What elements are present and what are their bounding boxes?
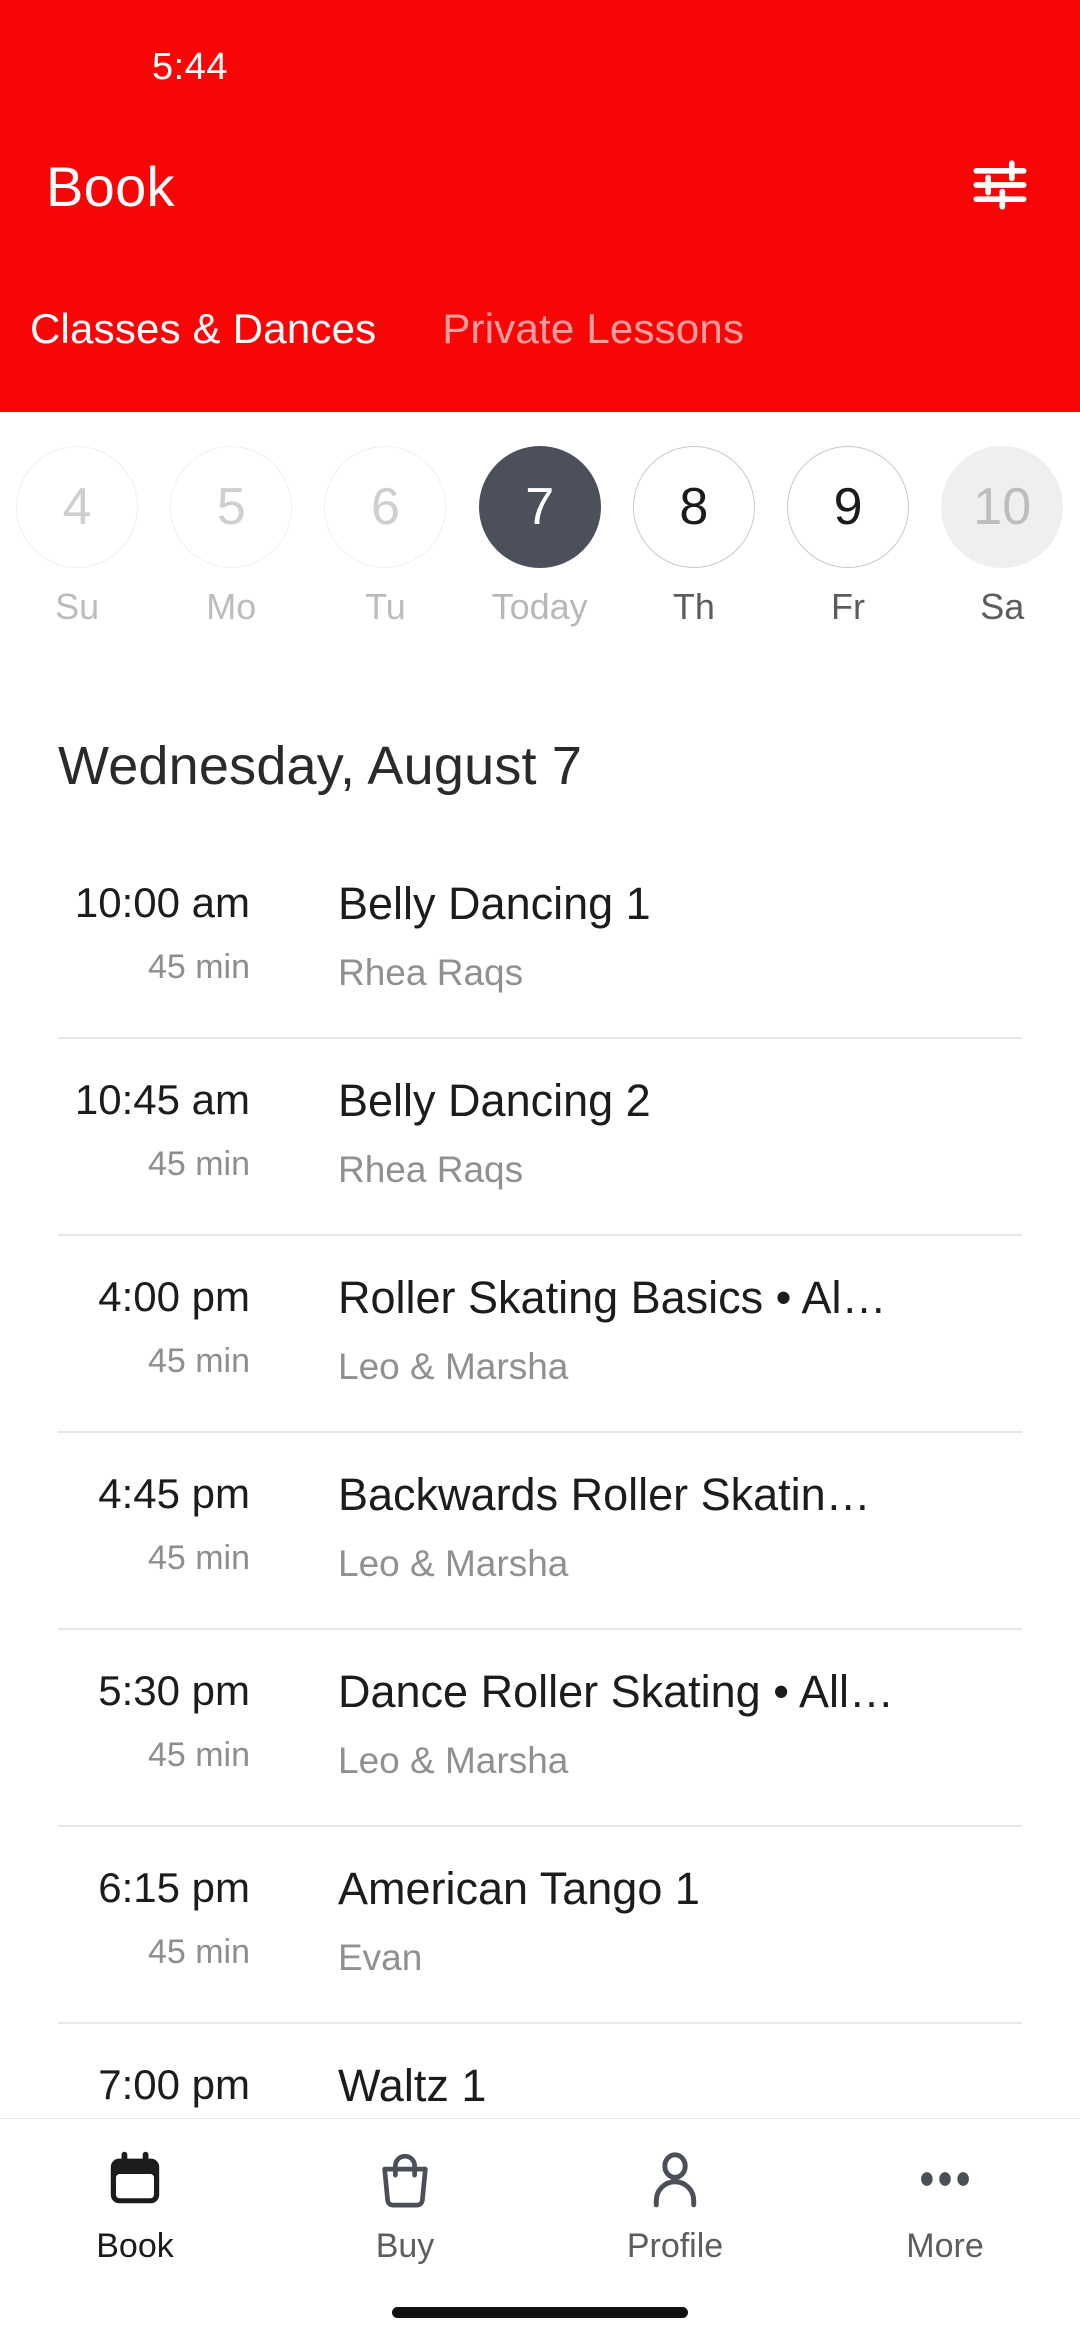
date-number: 5 bbox=[170, 446, 293, 568]
sliders-filter-icon bbox=[970, 159, 1030, 211]
class-info-column: Belly Dancing 2 Rhea Raqs bbox=[338, 1075, 1022, 1191]
class-time: 5:30 pm bbox=[98, 1667, 250, 1714]
class-instructor: Leo & Marsha bbox=[338, 1345, 569, 1387]
app-header: 5:44 Book Classes & Dances Private Lesso… bbox=[0, 0, 1080, 412]
tab-label: More bbox=[906, 2227, 984, 2265]
class-duration: 45 min bbox=[147, 1539, 250, 1578]
date-cell-10[interactable]: 10 Sa bbox=[925, 446, 1079, 628]
date-cell-5[interactable]: 5 Mo bbox=[154, 446, 308, 628]
class-info-column: Dance Roller Skating • All… Leo & Marsha bbox=[338, 1666, 1022, 1782]
class-duration: 45 min bbox=[147, 1736, 250, 1775]
class-title: Waltz 1 bbox=[338, 2060, 487, 2111]
row-divider bbox=[58, 1037, 1022, 1039]
date-weekday: Th bbox=[672, 586, 715, 627]
class-time: 4:00 pm bbox=[98, 1273, 250, 1320]
date-strip[interactable]: 4 Su 5 Mo 6 Tu 7 Today 8 Th 9 Fr 10 Sa bbox=[0, 412, 1080, 662]
date-number: 9 bbox=[787, 446, 910, 568]
date-cell-4[interactable]: 4 Su bbox=[0, 446, 154, 628]
page-title: Book bbox=[46, 155, 175, 218]
calendar-icon bbox=[102, 2141, 168, 2217]
class-info-column: American Tango 1 Evan bbox=[338, 1863, 1022, 1979]
class-time-column: 6:15 pm 45 min bbox=[0, 1864, 250, 1972]
row-divider bbox=[58, 1825, 1022, 1827]
bottom-tab-bar: Book Buy Profile More bbox=[0, 2118, 1080, 2340]
home-indicator[interactable] bbox=[392, 2307, 688, 2318]
tab-label: Profile bbox=[626, 2227, 724, 2265]
shopping-bag-icon bbox=[372, 2141, 438, 2217]
class-title: Dance Roller Skating • All… bbox=[338, 1666, 894, 1717]
date-weekday: Fr bbox=[831, 586, 866, 627]
class-title: Backwards Roller Skatin… bbox=[338, 1469, 871, 1520]
class-duration: 45 min bbox=[147, 1342, 250, 1381]
class-info-column: Belly Dancing 1 Rhea Raqs bbox=[338, 878, 1022, 994]
class-instructor: Rhea Raqs bbox=[338, 1148, 524, 1190]
class-time-column: 4:00 pm 45 min bbox=[0, 1273, 250, 1381]
date-weekday: Sa bbox=[980, 586, 1025, 627]
class-row[interactable]: 5:30 pm 45 min Dance Roller Skating • Al… bbox=[0, 1628, 1080, 1825]
header-tab-list: Classes & Dances Private Lessons bbox=[0, 305, 1080, 395]
class-title: Belly Dancing 2 bbox=[338, 1075, 651, 1126]
class-schedule-list[interactable]: 10:00 am 45 min Belly Dancing 1 Rhea Raq… bbox=[0, 840, 1080, 2140]
class-time: 4:45 pm bbox=[98, 1470, 250, 1517]
class-row[interactable]: 10:45 am 45 min Belly Dancing 2 Rhea Raq… bbox=[0, 1037, 1080, 1234]
tab-private-lessons[interactable]: Private Lessons bbox=[442, 305, 744, 353]
class-title: Belly Dancing 1 bbox=[338, 878, 651, 929]
date-number: 6 bbox=[324, 446, 447, 568]
class-time: 10:45 am bbox=[74, 1076, 250, 1123]
class-time-column: 10:45 am 45 min bbox=[0, 1076, 250, 1184]
tab-more[interactable]: More bbox=[810, 2141, 1080, 2289]
date-number: 10 bbox=[941, 446, 1064, 568]
class-row[interactable]: 6:15 pm 45 min American Tango 1 Evan bbox=[0, 1825, 1080, 2022]
class-row[interactable]: 10:00 am 45 min Belly Dancing 1 Rhea Raq… bbox=[0, 840, 1080, 1037]
date-cell-7-today-selected[interactable]: 7 Today bbox=[463, 446, 617, 628]
date-number: 8 bbox=[632, 446, 755, 568]
class-duration: 45 min bbox=[147, 1145, 250, 1184]
class-info-column: Roller Skating Basics • Al… Leo & Marsha bbox=[338, 1272, 1022, 1388]
class-title: Roller Skating Basics • Al… bbox=[338, 1272, 887, 1323]
tab-buy[interactable]: Buy bbox=[270, 2141, 540, 2289]
row-divider bbox=[58, 1234, 1022, 1236]
row-divider bbox=[58, 2022, 1022, 2024]
class-time: 7:00 pm bbox=[98, 2061, 250, 2108]
selected-date-heading: Wednesday, August 7 bbox=[58, 736, 583, 796]
date-cell-8[interactable]: 8 Th bbox=[617, 446, 771, 628]
class-instructor: Leo & Marsha bbox=[338, 1542, 569, 1584]
row-divider bbox=[58, 1628, 1022, 1630]
class-time-column: 4:45 pm 45 min bbox=[0, 1470, 250, 1578]
class-instructor: Rhea Raqs bbox=[338, 951, 524, 993]
date-weekday: Su bbox=[55, 586, 100, 627]
date-number: 4 bbox=[16, 446, 139, 568]
tab-label: Book bbox=[96, 2227, 174, 2265]
class-title: American Tango 1 bbox=[338, 1863, 700, 1914]
date-number: 7 bbox=[478, 446, 601, 568]
class-info-column: Backwards Roller Skatin… Leo & Marsha bbox=[338, 1469, 1022, 1585]
tab-classes-and-dances[interactable]: Classes & Dances bbox=[30, 305, 376, 353]
app-bar: Book bbox=[0, 130, 1080, 240]
status-bar-clock: 5:44 bbox=[152, 46, 228, 88]
row-divider bbox=[58, 1431, 1022, 1433]
date-cell-9[interactable]: 9 Fr bbox=[771, 446, 925, 628]
tab-book[interactable]: Book bbox=[0, 2141, 270, 2289]
class-instructor: Evan bbox=[338, 1936, 423, 1978]
ellipsis-icon bbox=[912, 2141, 978, 2217]
app-screen: 5:44 Book Classes & Dances Private Lesso… bbox=[0, 0, 1080, 2340]
class-duration: 45 min bbox=[147, 1933, 250, 1972]
tab-label: Buy bbox=[375, 2227, 435, 2265]
tab-profile[interactable]: Profile bbox=[540, 2141, 810, 2289]
class-time-column: 10:00 am 45 min bbox=[0, 879, 250, 987]
date-weekday: Tu bbox=[365, 586, 406, 627]
status-bar: 5:44 bbox=[0, 0, 1080, 112]
date-weekday: Mo bbox=[206, 586, 257, 627]
class-row[interactable]: 4:45 pm 45 min Backwards Roller Skatin… … bbox=[0, 1431, 1080, 1628]
class-instructor: Leo & Marsha bbox=[338, 1739, 569, 1781]
class-time: 6:15 pm bbox=[98, 1864, 250, 1911]
class-duration: 45 min bbox=[147, 948, 250, 987]
date-weekday: Today bbox=[491, 586, 588, 627]
class-time-column: 5:30 pm 45 min bbox=[0, 1667, 250, 1775]
person-icon bbox=[642, 2141, 708, 2217]
class-row[interactable]: 4:00 pm 45 min Roller Skating Basics • A… bbox=[0, 1234, 1080, 1431]
filter-button[interactable] bbox=[964, 154, 1036, 216]
date-cell-6[interactable]: 6 Tu bbox=[308, 446, 462, 628]
class-time: 10:00 am bbox=[74, 879, 250, 926]
